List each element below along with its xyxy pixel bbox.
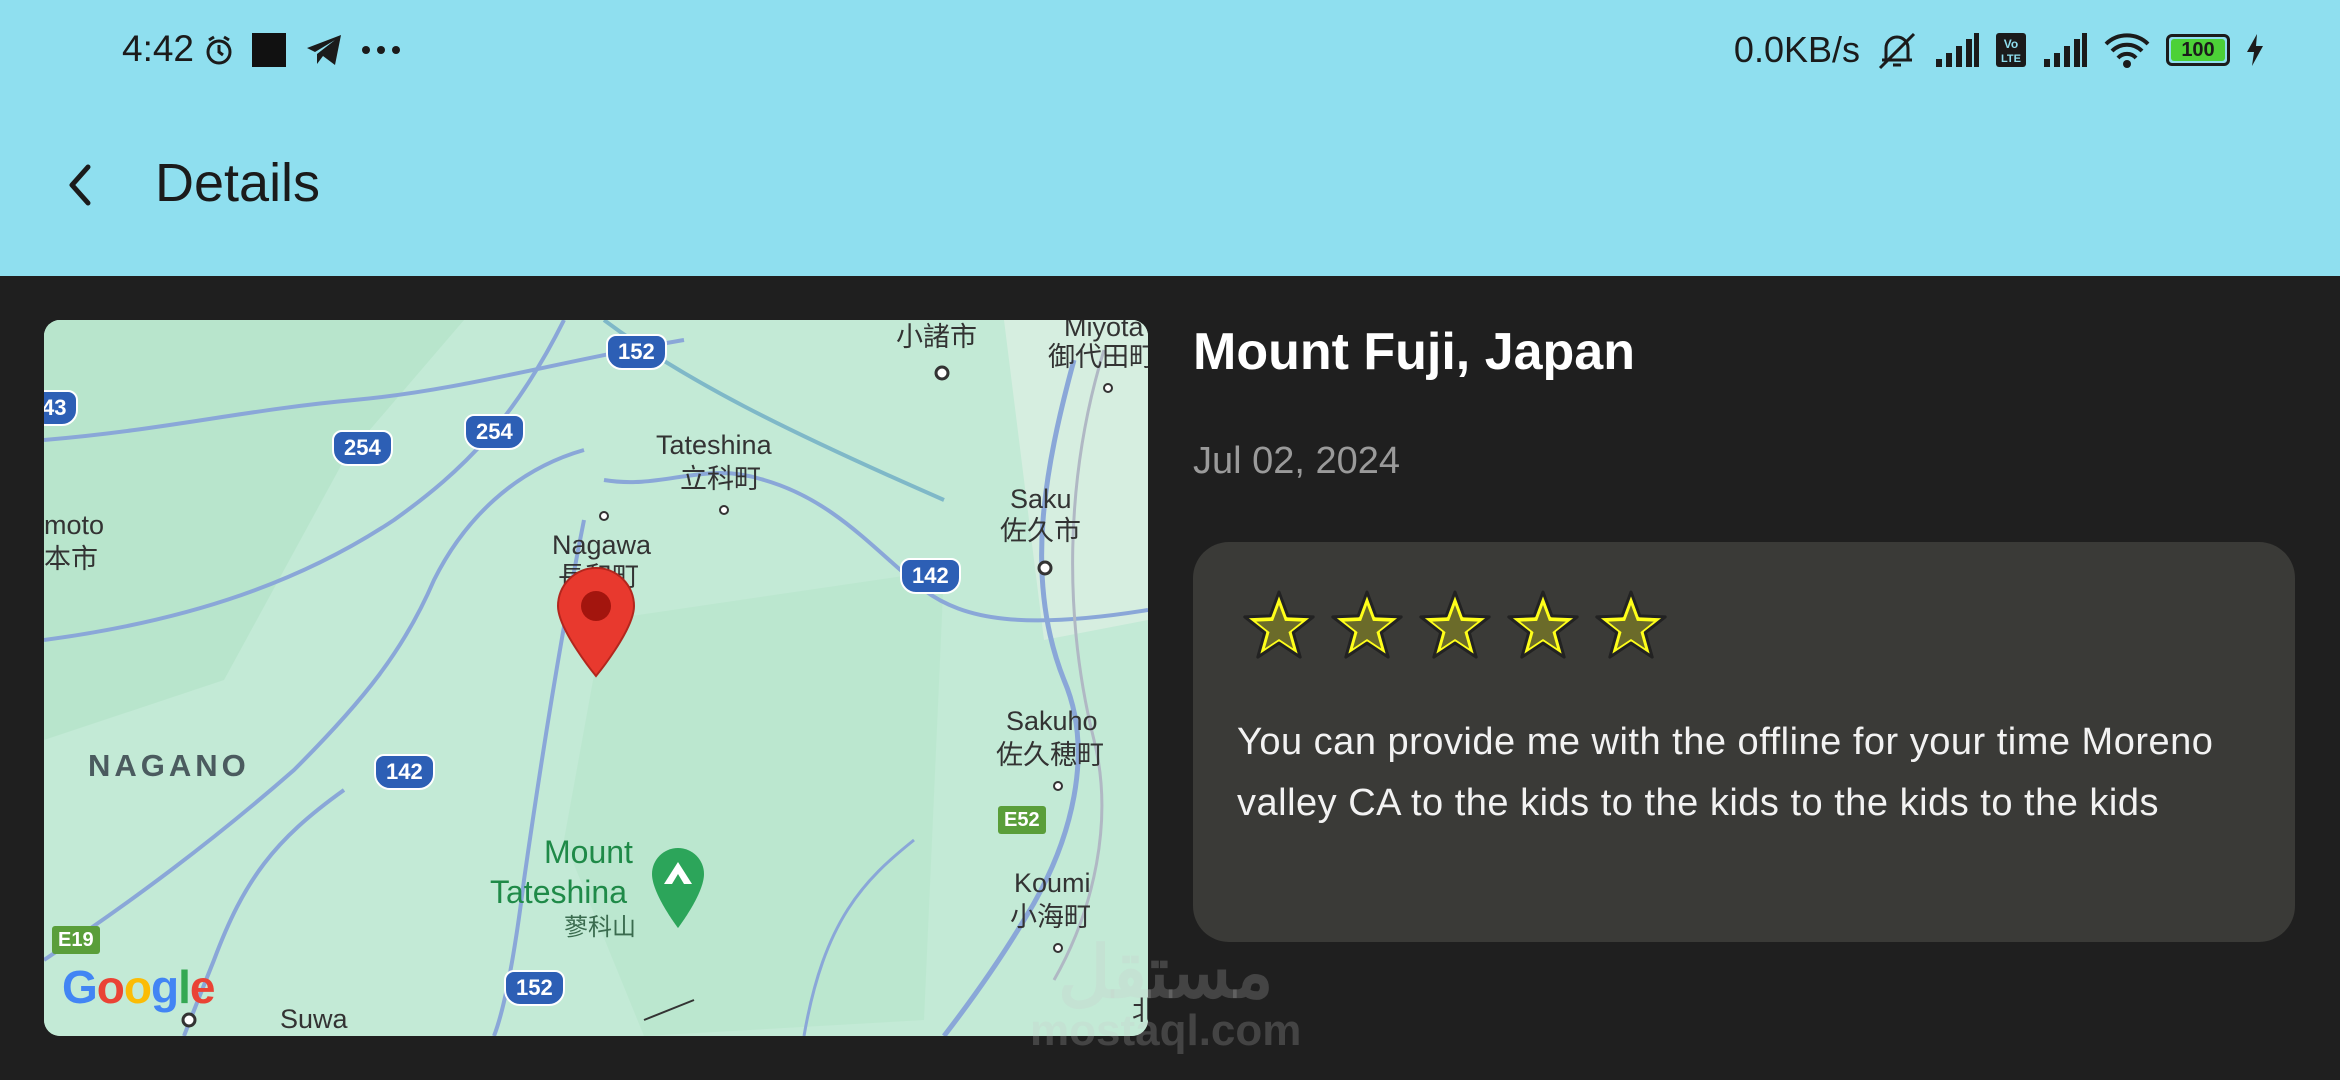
mountain-park-icon	[652, 848, 704, 928]
chevron-left-icon	[69, 164, 91, 206]
map-view[interactable]: 小諸市 Miyota 御代田町 Tateshina 立科町 Saku 佐久市 m…	[44, 320, 1148, 1036]
rating-stars	[1239, 588, 1671, 664]
map-label-nagano: NAGANO	[88, 748, 250, 783]
map-label-tateshina-jp: 立科町	[680, 464, 761, 494]
map-label-sakuho: Sakuho	[1006, 706, 1098, 736]
map-label-miyota-jp: 御代田町	[1048, 342, 1148, 372]
signal-icon	[1936, 33, 1979, 67]
map-label-mount-tateshina-jp: 蓼科山	[564, 914, 636, 941]
wifi-icon	[2104, 33, 2150, 68]
place-title: Mount Fuji, Japan	[1193, 323, 1635, 381]
route-shield-142: 142	[900, 558, 961, 594]
route-shield-254-b: 254	[464, 414, 525, 450]
watermark: مستقل mostaql.com	[1030, 933, 1302, 1055]
telegram-icon	[307, 35, 341, 65]
star-icon	[1595, 590, 1667, 659]
battery-icon: 100	[2166, 34, 2230, 66]
mute-icon	[1878, 32, 1916, 70]
more-dots-icon	[362, 46, 400, 54]
map-label-suwa: Suwa	[280, 1004, 348, 1034]
expressway-shield-e52: E52	[998, 806, 1046, 834]
route-shield-152: 152	[606, 334, 667, 370]
map-label-koumi-jp: 小海町	[1010, 902, 1091, 932]
route-shield-43: 43	[44, 390, 79, 426]
map-label-sakuho-jp: 佐久穂町	[996, 740, 1104, 770]
route-shield-254: 254	[332, 430, 393, 466]
map-label-mount-tateshina: Mount	[544, 834, 633, 870]
review-text: You can provide me with the offline for …	[1237, 721, 2214, 824]
star-icon	[1243, 590, 1315, 659]
expressway-shield-e19: E19	[52, 926, 100, 954]
notification-square-icon	[252, 33, 286, 67]
watermark-url: mostaql.com	[1030, 1006, 1302, 1055]
map-label-mount-tateshina-2: Tateshina	[490, 874, 627, 910]
status-right-icons: 0.0KB/s Vo LTE 100	[1734, 26, 2264, 74]
star-icon	[1507, 590, 1579, 659]
map-label-saku-jp: 佐久市	[1000, 516, 1081, 546]
charging-icon	[2247, 34, 2263, 66]
place-date: Jul 02, 2024	[1193, 440, 1401, 482]
review-card: You can provide me with the offline for …	[1193, 542, 2295, 942]
status-left-icons	[205, 28, 401, 72]
svg-text:Vo: Vo	[2004, 37, 2018, 51]
map-label-komoro: 小諸市	[896, 322, 977, 352]
star-icon	[1331, 590, 1403, 659]
page-title: Details	[155, 153, 321, 213]
status-time: 4:42	[122, 28, 195, 69]
watermark-arabic: مستقل	[1057, 933, 1274, 1013]
svg-text:LTE: LTE	[2001, 53, 2021, 65]
app-bar: 4:42 0.0KB/s Vo LTE 100 Details	[0, 0, 2340, 276]
network-speed: 0.0KB/s	[1733, 29, 1860, 70]
map-label-koumi: Koumi	[1014, 868, 1091, 898]
map-label-tateshina: Tateshina	[656, 430, 772, 460]
route-shield-152-bottom: 152	[504, 970, 565, 1006]
route-shield-142-b: 142	[374, 754, 435, 790]
map-label-moto-jp: 本市	[44, 544, 98, 574]
alarm-icon	[206, 35, 232, 65]
status-bar: 4:42 0.0KB/s Vo LTE 100	[0, 0, 2340, 100]
map-label-saku: Saku	[1010, 484, 1072, 514]
signal-icon	[2044, 33, 2087, 67]
battery-level: 100	[2181, 38, 2215, 61]
map-label-moto: moto	[44, 510, 105, 540]
back-button[interactable]	[50, 150, 110, 220]
map-label-nagawa: Nagawa	[552, 530, 652, 560]
map-label-miyota: Miyota	[1064, 320, 1144, 342]
volte-icon: Vo LTE	[1996, 33, 2026, 67]
star-icon	[1419, 590, 1491, 659]
google-logo: Google	[62, 961, 215, 1013]
map-pin-icon[interactable]	[554, 566, 638, 678]
